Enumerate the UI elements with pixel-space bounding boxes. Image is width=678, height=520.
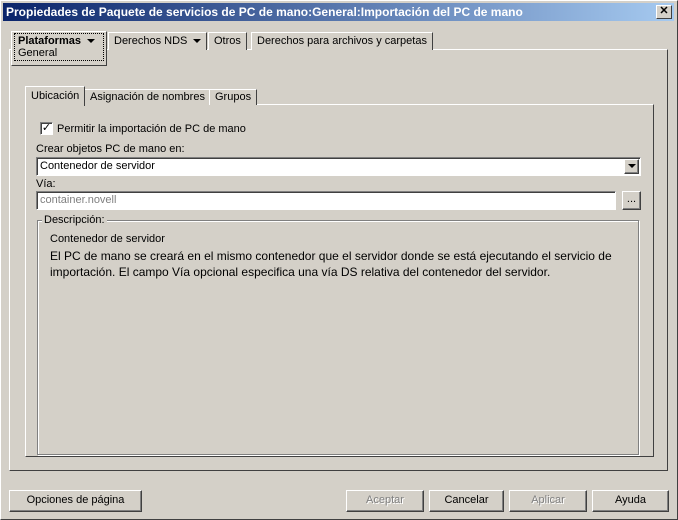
tab-otros[interactable]: Otros [208, 32, 247, 50]
chevron-down-icon [193, 39, 202, 44]
tab-label: Plataformas [18, 35, 81, 47]
create-objects-select[interactable]: Contenedor de servidor [36, 157, 641, 176]
ok-button[interactable]: Aceptar [346, 490, 424, 512]
create-objects-label: Crear objetos PC de mano en: [36, 143, 185, 155]
path-input[interactable]: container.novell [36, 191, 616, 210]
tab-label: Derechos NDS [114, 35, 188, 47]
tab-plataformas[interactable]: Plataformas General [11, 31, 107, 66]
description-title: Contenedor de servidor [50, 233, 165, 245]
tab-derechos-archivos[interactable]: Derechos para archivos y carpetas [251, 32, 433, 50]
close-button[interactable]: ✕ [656, 5, 672, 19]
help-button[interactable]: Ayuda [592, 490, 669, 512]
tab-sublabel: General [18, 47, 58, 59]
apply-button[interactable]: Aplicar [509, 490, 587, 512]
cancel-button[interactable]: Cancelar [429, 490, 504, 512]
permit-import-checkbox[interactable]: ✓ [40, 122, 53, 135]
select-value: Contenedor de servidor [40, 160, 155, 172]
title-bar: Propiedades de Paquete de servicios de P… [3, 3, 674, 21]
dropdown-button[interactable] [624, 159, 639, 174]
chevron-down-icon [627, 164, 636, 169]
tab-asignacion-nombres[interactable]: Asignación de nombres [84, 89, 211, 105]
description-legend: Descripción: [42, 214, 107, 226]
page-options-button[interactable]: Opciones de página [9, 490, 142, 512]
tab-ubicacion[interactable]: Ubicación [25, 86, 86, 106]
description-text: El PC de mano se creará en el mismo cont… [50, 249, 612, 279]
tab-grupos[interactable]: Grupos [209, 89, 258, 105]
permit-import-label: Permitir la importación de PC de mano [57, 123, 246, 135]
path-label: Vía: [36, 178, 56, 190]
tab-derechos-nds[interactable]: Derechos NDS [108, 32, 208, 50]
browse-button[interactable]: ... [622, 191, 641, 210]
chevron-down-icon [86, 39, 95, 44]
